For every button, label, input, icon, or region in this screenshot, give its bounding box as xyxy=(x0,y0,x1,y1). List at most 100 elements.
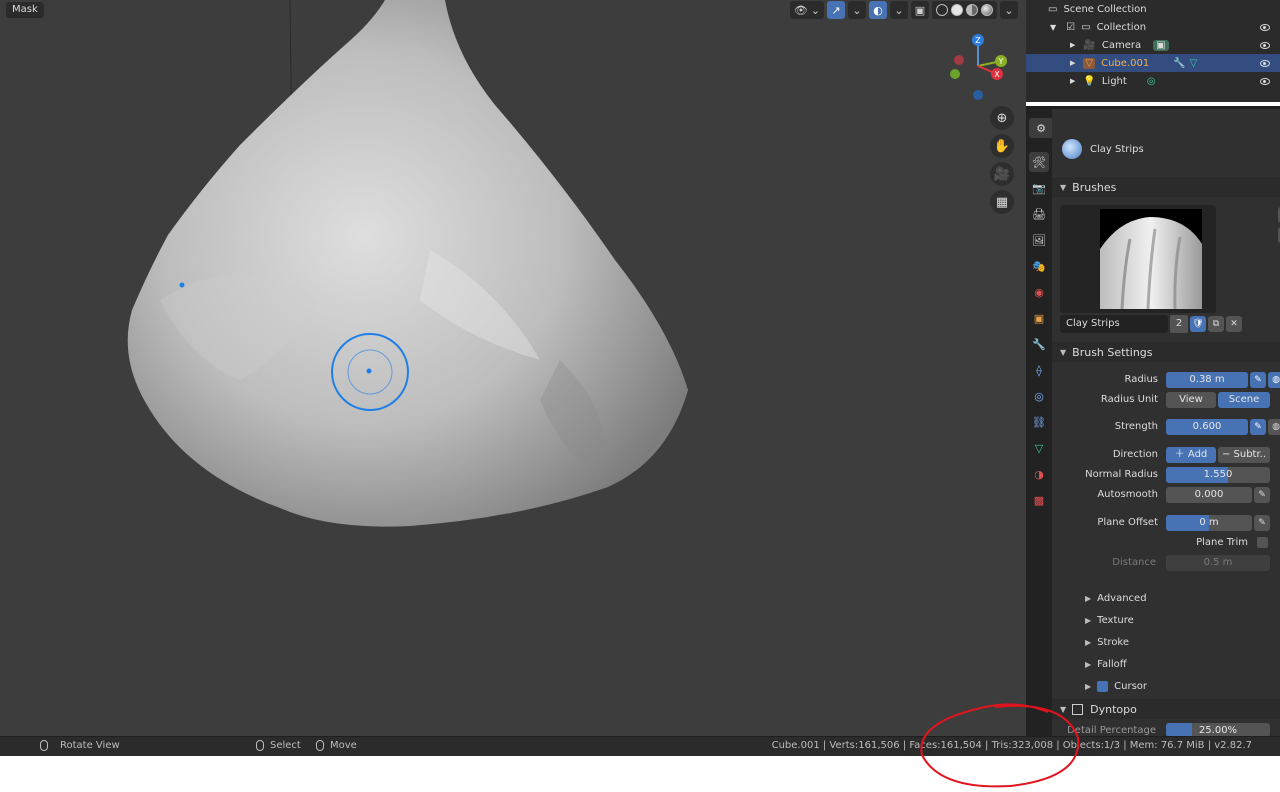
camera-object-icon: 🎥 xyxy=(1083,39,1096,51)
solid-shading-icon[interactable] xyxy=(951,4,963,16)
data-tab-icon[interactable]: ▽ xyxy=(1029,438,1049,458)
normal-radius-value: 1.550 xyxy=(1203,469,1233,480)
pressure-pen-icon[interactable]: ✎ xyxy=(1254,515,1270,531)
shading-dropdown[interactable]: ⌄ xyxy=(1000,1,1018,19)
direction-add-button[interactable]: ＋ Add xyxy=(1166,447,1216,463)
globe-icon[interactable]: ◍ xyxy=(1268,372,1280,388)
visibility-dropdown[interactable]: 👁 ⌄ xyxy=(789,1,824,19)
outliner-item-cube[interactable]: ▶ ▽ Cube.001 🔧 ▽ xyxy=(1026,54,1280,72)
eye-icon[interactable] xyxy=(1260,77,1270,85)
modifier-tab-icon[interactable]: 🔧 xyxy=(1029,334,1049,354)
status-move-hint: Move xyxy=(316,740,357,751)
tool-tab-icon[interactable]: 🛠 xyxy=(1029,152,1049,172)
brushes-panel-header[interactable]: ▼ Brushes xyxy=(1052,177,1280,197)
wrench-icon[interactable]: 🔧 xyxy=(1173,58,1185,69)
wireframe-shading-icon[interactable] xyxy=(936,4,948,16)
navigation-gizmo[interactable]: Z Y X xyxy=(945,32,1015,102)
output-tab-icon[interactable]: 🖨 xyxy=(1029,204,1049,224)
physics-tab-icon[interactable]: ◎ xyxy=(1029,386,1049,406)
sculpt-mesh[interactable] xyxy=(0,0,1026,736)
outliner-collection[interactable]: ▼ ☑ ▭ Collection xyxy=(1026,18,1280,36)
eye-icon[interactable] xyxy=(1260,23,1270,31)
gizmo-dropdown[interactable]: ⌄ xyxy=(848,1,866,19)
falloff-subpanel[interactable]: ▶ Falloff xyxy=(1085,659,1127,670)
detail-percentage-label: Detail Percentage xyxy=(1067,725,1156,736)
expand-triangle-icon[interactable]: ▶ xyxy=(1070,41,1075,49)
constraints-tab-icon[interactable]: ⛓ xyxy=(1029,412,1049,432)
cube-label: Cube.001 xyxy=(1101,57,1150,69)
brush-users-count[interactable]: 2 xyxy=(1170,315,1188,333)
select-hint-label: Select xyxy=(270,740,301,751)
shading-modes xyxy=(932,1,997,19)
view-layer-tab-icon[interactable]: 🖼 xyxy=(1029,230,1049,250)
cursor-subpanel[interactable]: ▶ Cursor xyxy=(1085,681,1147,692)
editor-type-icon[interactable]: ⚙ xyxy=(1029,118,1053,138)
texture-tab-icon[interactable]: ▩ xyxy=(1029,490,1049,510)
expand-triangle-icon[interactable]: ▶ xyxy=(1070,59,1075,67)
scene-tab-icon[interactable]: 🎭 xyxy=(1029,256,1049,276)
pressure-pen-icon[interactable]: ✎ xyxy=(1254,487,1270,503)
stroke-subpanel[interactable]: ▶ Stroke xyxy=(1085,637,1129,648)
plane-offset-field[interactable]: 0 m xyxy=(1166,515,1252,531)
eye-icon: 👁 xyxy=(793,3,808,17)
duplicate-brush-icon[interactable]: ⧉ xyxy=(1208,316,1224,332)
expand-triangle-icon[interactable]: ▼ xyxy=(1050,23,1056,32)
outliner-scene-collection[interactable]: ▭ Scene Collection xyxy=(1026,0,1280,18)
dyntopo-checkbox[interactable] xyxy=(1072,703,1084,715)
radius-field[interactable]: 0.38 m xyxy=(1166,372,1248,388)
render-tab-icon[interactable]: 📷 xyxy=(1029,178,1049,198)
unlink-brush-close-icon[interactable]: ✕ xyxy=(1226,316,1242,332)
xray-toggle[interactable]: ▣ xyxy=(911,1,929,19)
material-tab-icon[interactable]: ◑ xyxy=(1029,464,1049,484)
globe-icon[interactable]: ◍ xyxy=(1268,419,1280,435)
object-tab-icon[interactable]: ▣ xyxy=(1029,308,1049,328)
texture-subpanel[interactable]: ▶ Texture xyxy=(1085,615,1134,626)
camera-view-icon[interactable]: 🎥 xyxy=(990,162,1014,186)
detail-percentage-field[interactable]: 25.00% xyxy=(1166,723,1270,737)
fake-user-shield-icon[interactable]: 🛡 xyxy=(1190,316,1206,332)
pressure-pen-icon[interactable]: ✎ xyxy=(1250,372,1266,388)
brush-preview[interactable] xyxy=(1060,205,1216,313)
gizmo-icon: ↗ xyxy=(831,3,841,17)
distance-field[interactable]: 0.5 m xyxy=(1166,555,1270,571)
view-option-label: View xyxy=(1179,394,1203,405)
ortho-grid-icon[interactable]: ▦ xyxy=(990,190,1014,214)
outliner-item-camera[interactable]: ▶ 🎥 Camera ▣ xyxy=(1026,36,1280,54)
tool-name: Clay Strips xyxy=(1090,143,1144,155)
radius-unit-scene-button[interactable]: Scene xyxy=(1218,392,1270,408)
mode-label[interactable]: Mask xyxy=(6,2,44,18)
distance-label: Distance xyxy=(1112,557,1156,568)
plane-trim-checkbox[interactable] xyxy=(1257,537,1268,548)
normal-radius-field[interactable]: 1.550 xyxy=(1166,467,1270,483)
eye-icon[interactable] xyxy=(1260,41,1270,49)
advanced-subpanel[interactable]: ▶ Advanced xyxy=(1085,593,1147,604)
outliner-item-light[interactable]: ▶ 💡 Light ◎ xyxy=(1026,72,1280,90)
direction-subtract-button[interactable]: − Subtr.. xyxy=(1218,447,1270,463)
3d-viewport[interactable]: Mask 👁 ⌄ ↗ ⌄ ◐ ⌄ ▣ ⌄ Z Y X ⊕ ✋ 🎥 ▦ xyxy=(0,0,1026,736)
radius-value: 0.38 m xyxy=(1189,374,1225,385)
particles-tab-icon[interactable]: ⟠ xyxy=(1029,360,1049,380)
light-data-icon[interactable]: ◎ xyxy=(1147,76,1156,87)
expand-triangle-icon[interactable]: ▶ xyxy=(1070,77,1075,85)
zoom-icon[interactable]: ⊕ xyxy=(990,106,1014,130)
world-tab-icon[interactable]: ◉ xyxy=(1029,282,1049,302)
pressure-pen-icon[interactable]: ✎ xyxy=(1250,419,1266,435)
material-shading-icon[interactable] xyxy=(966,4,978,16)
strength-field[interactable]: 0.600 xyxy=(1166,419,1248,435)
pan-hand-icon[interactable]: ✋ xyxy=(990,134,1014,158)
camera-data-icon[interactable]: ▣ xyxy=(1153,39,1169,51)
scene-statistics: Cube.001 | Verts:161,506 | Faces:161,504… xyxy=(771,740,1252,751)
brush-name-field[interactable]: Clay Strips xyxy=(1060,315,1168,333)
gizmo-toggle[interactable]: ↗ xyxy=(827,1,845,19)
radius-unit-view-button[interactable]: View xyxy=(1166,392,1216,408)
mesh-data-icon[interactable]: ▽ xyxy=(1190,58,1198,69)
rendered-shading-icon[interactable] xyxy=(981,4,993,16)
overlays-toggle[interactable]: ◐ xyxy=(869,1,887,19)
eye-icon[interactable] xyxy=(1260,59,1270,67)
cursor-checkbox[interactable] xyxy=(1097,681,1109,692)
autosmooth-field[interactable]: 0.000 xyxy=(1166,487,1252,503)
dyntopo-panel-header[interactable]: ▼ Dyntopo xyxy=(1052,699,1280,719)
brush-settings-panel-header[interactable]: ▼ Brush Settings xyxy=(1052,342,1280,362)
checkbox-icon[interactable]: ☑ xyxy=(1066,22,1075,33)
overlays-dropdown[interactable]: ⌄ xyxy=(890,1,908,19)
